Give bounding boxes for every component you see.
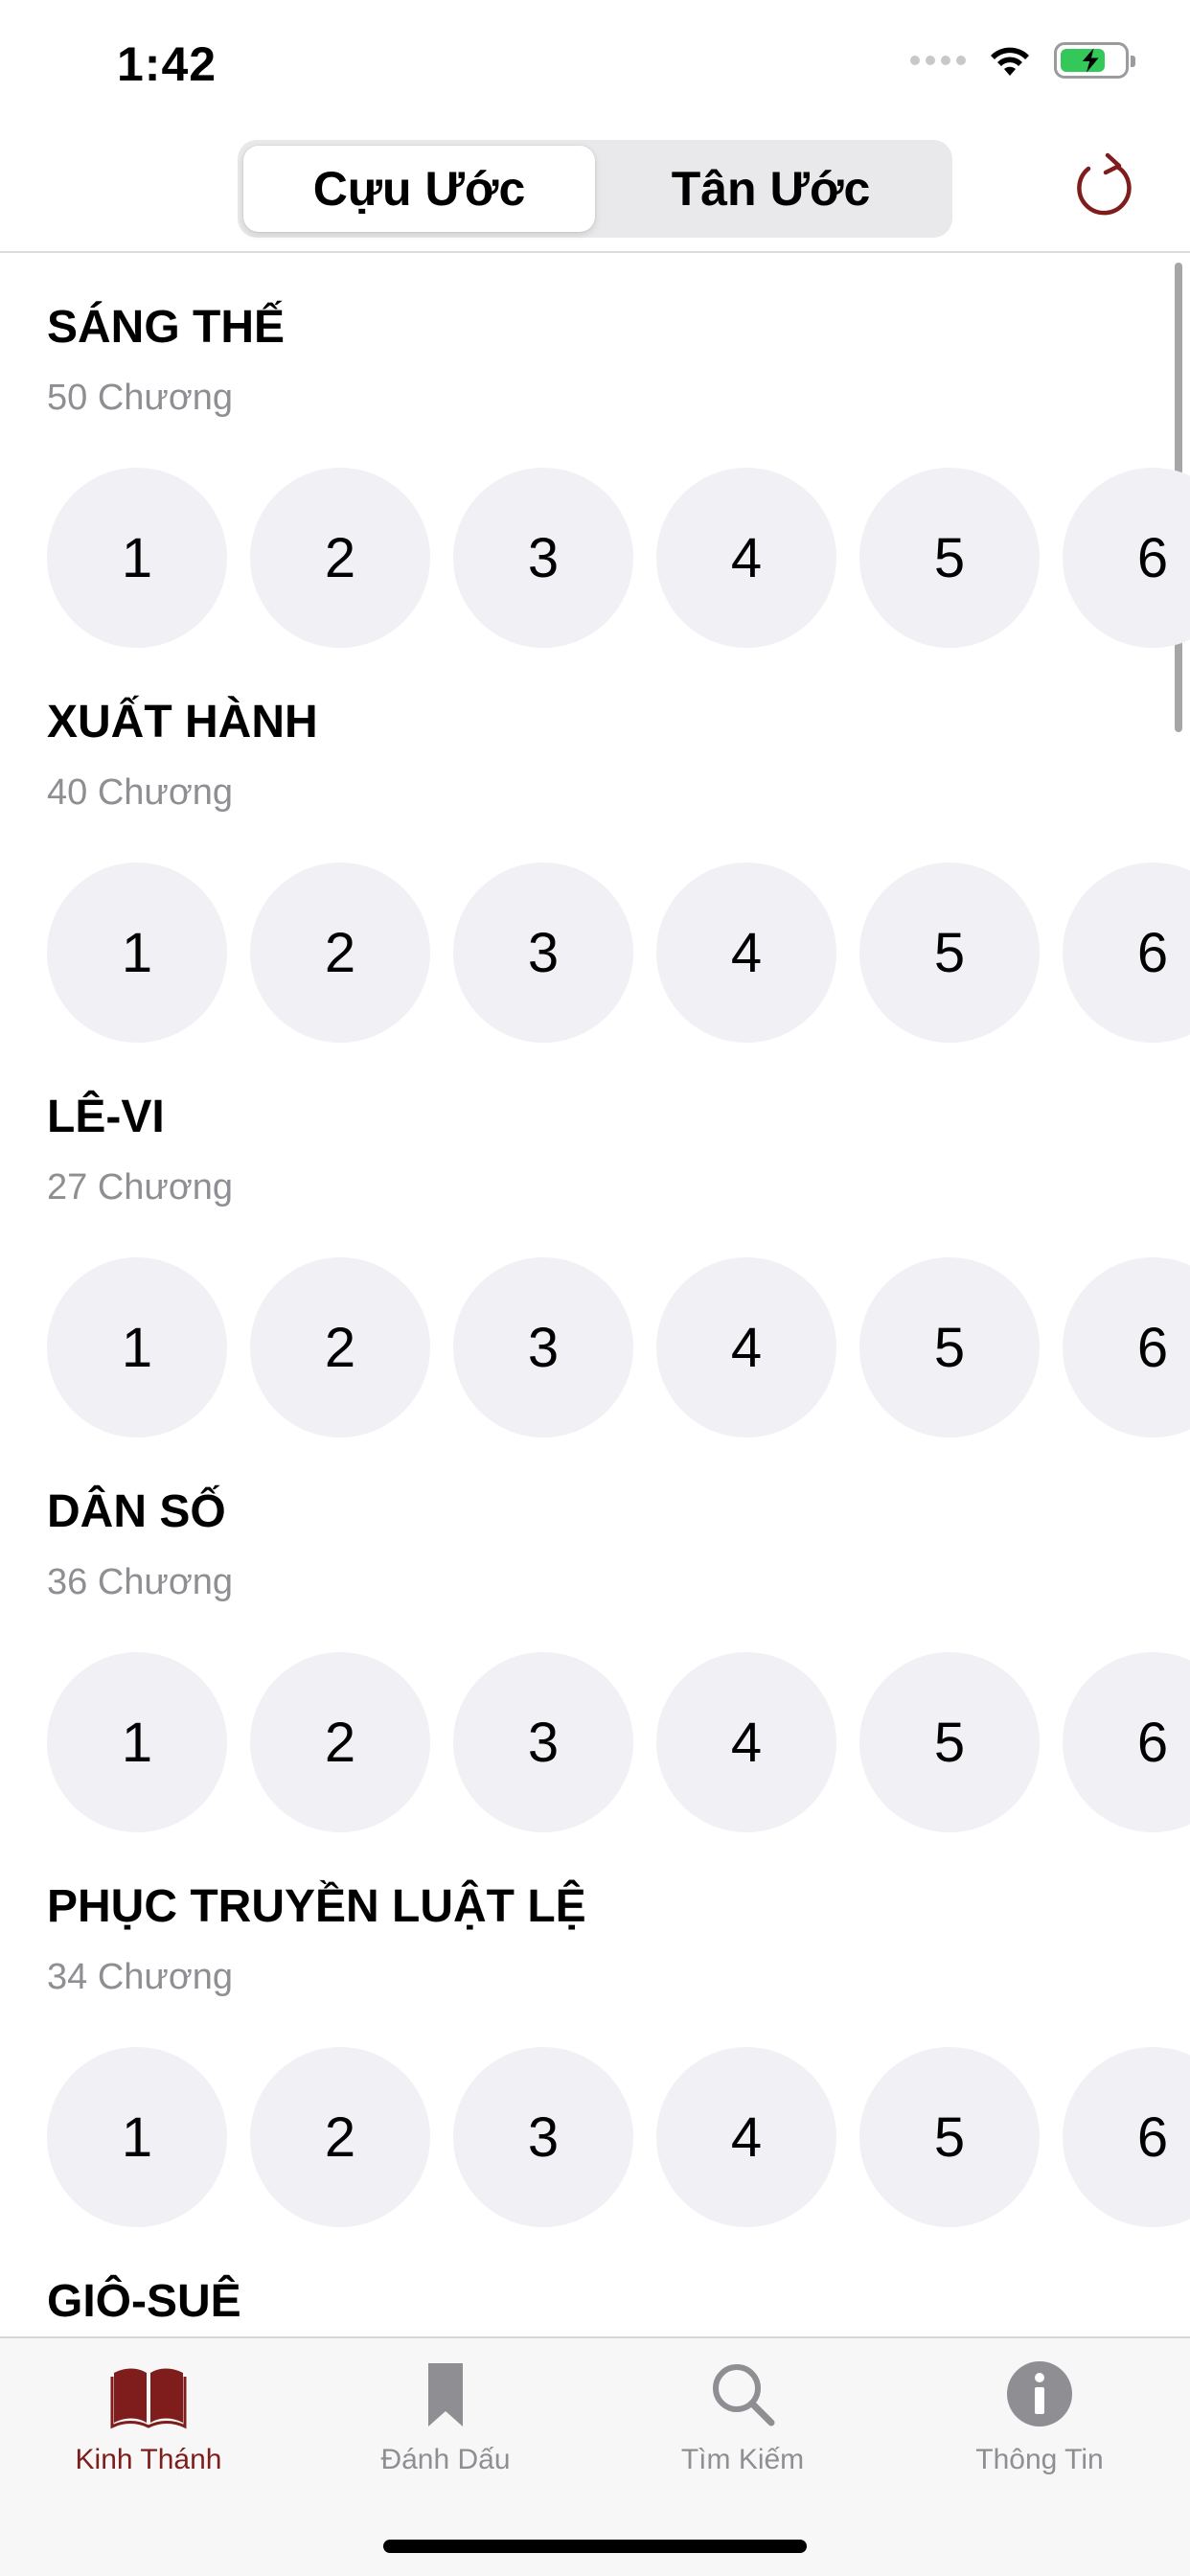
chapter-button[interactable]: 3 [453, 2047, 633, 2227]
chapter-button[interactable]: 6 [1063, 1257, 1190, 1438]
book-section: DÂN SỐ 36 Chương 1 2 3 4 5 6 [0, 1439, 1190, 1834]
wifi-icon [991, 47, 1029, 76]
charging-bolt-icon [1082, 48, 1099, 73]
chapter-button[interactable]: 1 [47, 862, 227, 1043]
status-bar: 1:42 [0, 0, 1190, 128]
book-title[interactable]: LÊ-VI [47, 1091, 165, 1143]
book-title[interactable]: XUẤT HÀNH [47, 696, 318, 748]
chapter-count: 36 Chương [47, 1562, 234, 1602]
chapter-button[interactable]: 1 [47, 1257, 227, 1438]
book-section: SÁNG THẾ 50 Chương 1 2 3 4 5 6 [0, 255, 1190, 650]
bookmark-icon [428, 2363, 463, 2426]
chapter-button[interactable]: 2 [250, 862, 430, 1043]
chapter-count: 40 Chương [47, 772, 234, 813]
chapter-button[interactable]: 3 [453, 862, 633, 1043]
chapter-row[interactable]: 1 2 3 4 5 6 [47, 468, 1190, 648]
chapter-button[interactable]: 4 [656, 862, 836, 1043]
search-icon [713, 2364, 775, 2426]
chapter-button[interactable]: 6 [1063, 1652, 1190, 1832]
chapter-row[interactable]: 1 2 3 4 5 6 [47, 2047, 1190, 2227]
chapter-button[interactable]: 6 [1063, 2047, 1190, 2227]
chapter-button[interactable]: 2 [250, 468, 430, 648]
home-indicator [383, 2540, 807, 2553]
chapter-button[interactable]: 6 [1063, 468, 1190, 648]
book-title[interactable]: PHỤC TRUYỀN LUẬT LỆ [47, 1880, 586, 1933]
chapter-button[interactable]: 4 [656, 468, 836, 648]
chapter-button[interactable]: 5 [859, 1652, 1040, 1832]
status-time: 1:42 [117, 37, 217, 91]
chapter-row[interactable]: 1 2 3 4 5 6 [47, 862, 1190, 1043]
book-title[interactable]: SÁNG THẾ [47, 301, 285, 354]
tab-search[interactable]: Tìm Kiếm [594, 2356, 891, 2476]
tab-bible[interactable]: Kinh Thánh [0, 2356, 297, 2476]
chapter-count: 50 Chương [47, 378, 234, 418]
chapter-button[interactable]: 3 [453, 468, 633, 648]
book-section: PHỤC TRUYỀN LUẬT LỆ 34 Chương 1 2 3 4 5 … [0, 1834, 1190, 2229]
tab-label: Thông Tin [975, 2444, 1104, 2475]
chapter-button[interactable]: 2 [250, 1652, 430, 1832]
chapter-count: 34 Chương [47, 1957, 234, 1997]
status-indicators [910, 42, 1135, 79]
tab-label: Đánh Dấu [380, 2444, 511, 2475]
chapter-button[interactable]: 5 [859, 468, 1040, 648]
tab-info[interactable]: Thông Tin [891, 2356, 1188, 2476]
chapter-row[interactable]: 1 2 3 4 5 6 [47, 1257, 1190, 1438]
book-title[interactable]: DÂN SỐ [47, 1485, 226, 1538]
book-icon [110, 2368, 187, 2429]
chapter-button[interactable]: 2 [250, 1257, 430, 1438]
chapter-button[interactable]: 6 [1063, 862, 1190, 1043]
tab-label: Tìm Kiếm [680, 2444, 805, 2475]
cellular-signal-icon [910, 56, 966, 65]
book-section: LÊ-VI 27 Chương 1 2 3 4 5 6 [0, 1045, 1190, 1439]
book-title[interactable]: GIÔ-SUÊ [47, 2275, 241, 2328]
chapter-button[interactable]: 5 [859, 1257, 1040, 1438]
chapter-button[interactable]: 1 [47, 2047, 227, 2227]
tab-bookmarks[interactable]: Đánh Dấu [297, 2356, 594, 2476]
chapter-button[interactable]: 5 [859, 862, 1040, 1043]
book-list[interactable]: SÁNG THẾ 50 Chương 1 2 3 4 5 6 XUẤT HÀNH… [0, 255, 1190, 2336]
chapter-count: 27 Chương [47, 1167, 234, 1208]
info-icon [1007, 2361, 1072, 2426]
segment-new-testament[interactable]: Tân Ước [595, 146, 947, 232]
chapter-button[interactable]: 3 [453, 1257, 633, 1438]
refresh-icon[interactable] [1067, 150, 1140, 222]
chapter-button[interactable]: 4 [656, 2047, 836, 2227]
book-section: GIÔ-SUÊ [0, 2229, 1190, 2336]
chapter-button[interactable]: 4 [656, 1257, 836, 1438]
chapter-button[interactable]: 2 [250, 2047, 430, 2227]
chapter-row[interactable]: 1 2 3 4 5 6 [47, 1652, 1190, 1832]
battery-icon [1054, 42, 1135, 79]
chapter-button[interactable]: 4 [656, 1652, 836, 1832]
tab-bar: Kinh Thánh Đánh Dấu Tìm Kiếm Thông Tin [0, 2336, 1190, 2576]
tab-label: Kinh Thánh [75, 2444, 222, 2475]
chapter-button[interactable]: 3 [453, 1652, 633, 1832]
chapter-button[interactable]: 1 [47, 1652, 227, 1832]
chapter-button[interactable]: 5 [859, 2047, 1040, 2227]
chapter-button[interactable]: 1 [47, 468, 227, 648]
segment-old-testament[interactable]: Cựu Ước [243, 146, 595, 232]
testament-segmented-control: Cựu Ước Tân Ước [238, 140, 952, 238]
book-section: XUẤT HÀNH 40 Chương 1 2 3 4 5 6 [0, 650, 1190, 1045]
navigation-header: Cựu Ước Tân Ước [0, 128, 1190, 253]
